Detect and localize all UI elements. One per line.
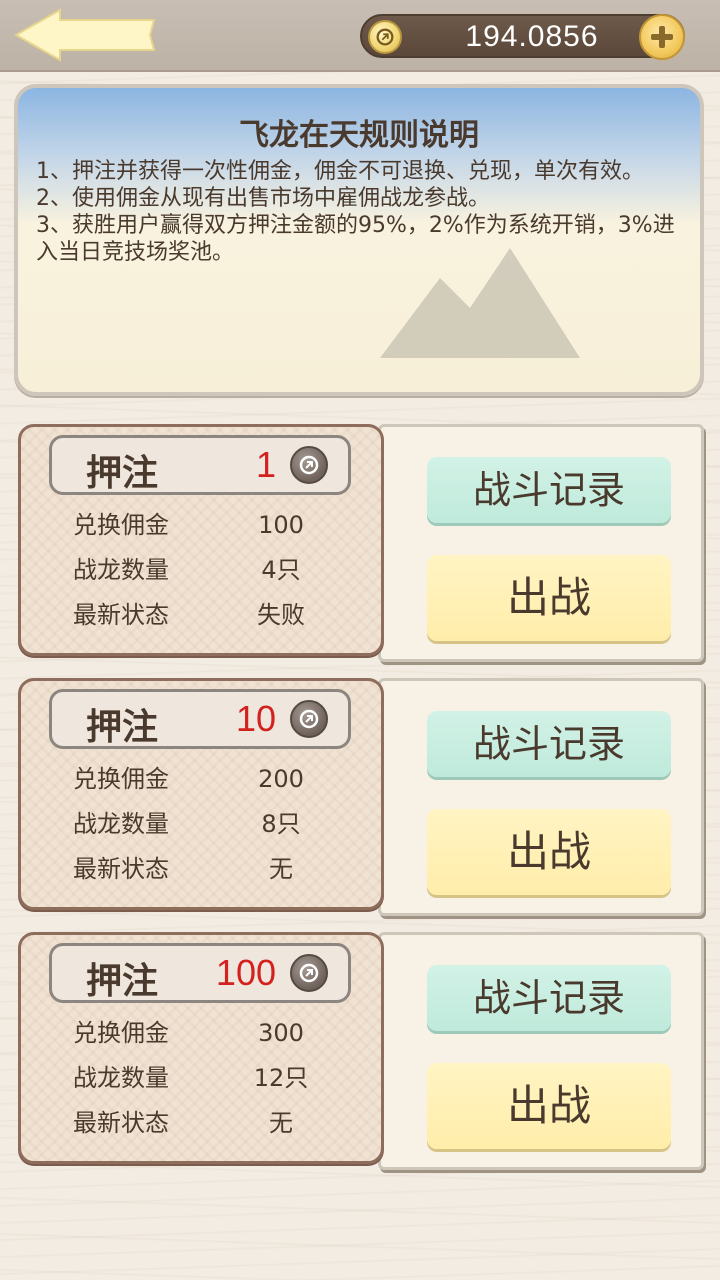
bet-header: 押注 100: [49, 943, 351, 1003]
status-label: 最新状态: [73, 601, 169, 629]
bet-header: 押注 1: [49, 435, 351, 495]
battle-record-button[interactable]: 战斗记录: [427, 711, 671, 777]
dragons-label: 战龙数量: [73, 556, 169, 584]
fight-button[interactable]: 出战: [427, 1063, 671, 1149]
battle-record-button[interactable]: 战斗记录: [427, 457, 671, 523]
balance-value: 194.0856: [465, 20, 599, 53]
status-value: 无: [269, 855, 293, 883]
commission-value: 200: [258, 765, 304, 793]
bet-label: 押注: [86, 961, 159, 1002]
fight-button[interactable]: 出战: [427, 555, 671, 641]
action-panel: 战斗记录 出战: [378, 678, 704, 916]
rules-panel: 飞龙在天规则说明 1、押注并获得一次性佣金，佣金不可退换、兑现，单次有效。 2、…: [14, 84, 704, 396]
rules-text: 1、押注并获得一次性佣金，佣金不可退换、兑现，单次有效。 2、使用佣金从现有出售…: [36, 158, 696, 266]
dragons-value: 4只: [261, 556, 301, 584]
commission-label: 兑换佣金: [73, 1019, 169, 1047]
rule-line: 1、押注并获得一次性佣金，佣金不可退换、兑现，单次有效。: [36, 159, 644, 184]
bet-row-2: 战斗记录 出战 押注 10 兑换佣金 200 战龙数量 8只 最新状态 无: [18, 678, 704, 916]
dragons-value: 12只: [253, 1064, 309, 1092]
bet-label: 押注: [86, 453, 159, 494]
rule-line: 3、获胜用户赢得双方押注金额的95%，2%作为系统开销，3%进入当日竞技场奖池。: [36, 213, 675, 265]
bet-card: 押注 100 兑换佣金 300 战龙数量 12只 最新状态 无: [18, 932, 384, 1164]
top-bar: 194.0856: [0, 0, 720, 72]
back-arrow-icon: [13, 8, 156, 62]
fight-button[interactable]: 出战: [427, 809, 671, 895]
bet-amount: 1: [255, 444, 276, 485]
bet-amount: 100: [215, 952, 276, 993]
commission-label: 兑换佣金: [73, 765, 169, 793]
status-value: 失败: [257, 601, 305, 629]
bet-card: 押注 1 兑换佣金 100 战龙数量 4只 最新状态 失败: [18, 424, 384, 656]
balance-display: 194.0856: [360, 14, 685, 60]
dragons-label: 战龙数量: [73, 810, 169, 838]
action-panel: 战斗记录 出战: [378, 424, 704, 662]
dragons-value: 8只: [261, 810, 301, 838]
bet-row-1: 战斗记录 出战 押注 1 兑换佣金 100 战龙数量 4只 最新状态 失败: [18, 424, 704, 662]
status-label: 最新状态: [73, 1109, 169, 1137]
dragons-label: 战龙数量: [73, 1064, 169, 1092]
coin-icon: [290, 446, 328, 484]
bet-amount: 10: [235, 698, 276, 739]
status-value: 无: [269, 1109, 293, 1137]
commission-value: 100: [258, 511, 304, 539]
coin-icon: [290, 700, 328, 738]
battle-record-button[interactable]: 战斗记录: [427, 965, 671, 1031]
coin-icon: [368, 20, 402, 54]
plus-icon: [651, 26, 673, 48]
commission-label: 兑换佣金: [73, 511, 169, 539]
commission-value: 300: [258, 1019, 304, 1047]
bet-header: 押注 10: [49, 689, 351, 749]
status-label: 最新状态: [73, 855, 169, 883]
bet-card: 押注 10 兑换佣金 200 战龙数量 8只 最新状态 无: [18, 678, 384, 910]
rules-title: 飞龙在天规则说明: [239, 118, 479, 153]
add-balance-button[interactable]: [639, 14, 685, 60]
back-button[interactable]: [8, 6, 158, 64]
rule-line: 2、使用佣金从现有出售市场中雇佣战龙参战。: [36, 186, 490, 211]
bet-label: 押注: [86, 707, 159, 748]
bet-row-3: 战斗记录 出战 押注 100 兑换佣金 300 战龙数量 12只 最新状态 无: [18, 932, 704, 1170]
coin-icon: [290, 954, 328, 992]
action-panel: 战斗记录 出战: [378, 932, 704, 1170]
